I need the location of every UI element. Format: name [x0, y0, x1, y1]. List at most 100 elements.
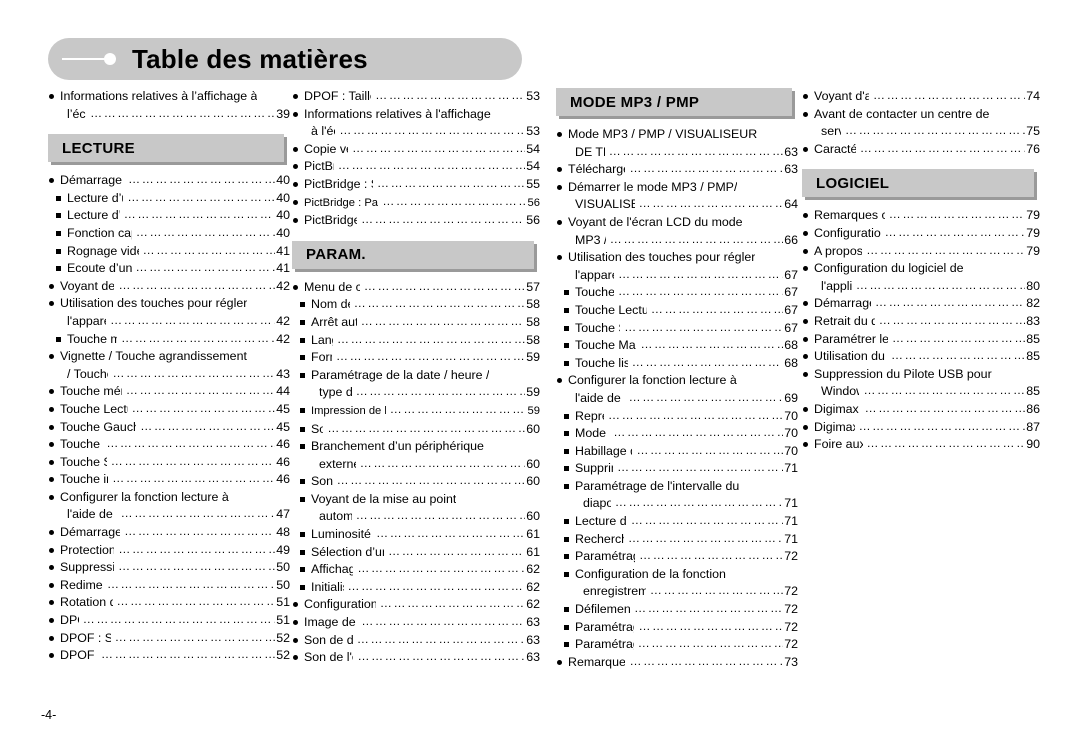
toc-entry[interactable]: Paramétrage de l'affichage ………………………………………: [556, 548, 798, 566]
toc-entry[interactable]: Touche Lecture & Pause / Contrôle……………………: [556, 302, 798, 320]
toc-entry[interactable]: Touche mode lecture…………………………………………………………: [48, 331, 290, 349]
toc-entry[interactable]: Démarrage du mode lecture …………………………………………: [48, 172, 290, 190]
toc-entry[interactable]: à l'écran ……………………………………………………………………53: [292, 123, 540, 141]
toc-entry[interactable]: Configuration du logiciel de: [802, 260, 1040, 278]
toc-entry[interactable]: Son AF……………………………………………………………………60: [292, 473, 540, 491]
toc-entry[interactable]: Son de l'obturateur …………………………………………………………: [292, 649, 540, 667]
toc-entry[interactable]: PictBridge……………………………………………………………………54: [292, 158, 540, 176]
toc-entry[interactable]: Son de démarrage…………………………………………………………………: [292, 632, 540, 650]
toc-entry[interactable]: l'application……………………………………………………………………8…: [802, 278, 1040, 296]
toc-entry[interactable]: l'appareil photo …………………………………………………………………: [556, 267, 798, 285]
toc-entry[interactable]: Fonction capture de clip vidéo……………………………: [48, 225, 290, 243]
toc-entry[interactable]: MP3 / PMP……………………………………………………………………66: [556, 232, 798, 250]
toc-entry[interactable]: VISUALISEUR DE TEXTE………………………………………………………: [556, 196, 798, 214]
toc-entry[interactable]: DPOF : STANDARD……………………………………………………………………: [48, 630, 290, 648]
toc-entry[interactable]: PictBridge : REMISE…………………………………………………………: [292, 212, 540, 230]
toc-entry[interactable]: Voyant de la mise au point: [292, 491, 540, 509]
toc-entry[interactable]: automatique……………………………………………………………………60: [292, 508, 540, 526]
toc-entry[interactable]: Touche Lecture & Pause / Bas…………………………………: [48, 401, 290, 419]
toc-entry[interactable]: A propos du logiciel………………………………………………………: [802, 243, 1040, 261]
toc-entry[interactable]: Son……………………………………………………………………60: [292, 421, 540, 439]
toc-entry[interactable]: Paramétrage de l'intervalle du: [556, 478, 798, 496]
toc-entry[interactable]: Digimax Converter………………………………………………………………: [802, 401, 1040, 419]
toc-entry[interactable]: Configurer la fonction lecture à: [48, 489, 290, 507]
toc-entry[interactable]: Langue ……………………………………………………………………58: [292, 332, 540, 350]
toc-entry[interactable]: PictBridge : Paramétrage impression ………………: [292, 194, 540, 213]
toc-entry[interactable]: / Touche volume ……………………………………………………………………: [48, 366, 290, 384]
toc-entry[interactable]: Configuration du menu MYCAM……………………………………: [292, 596, 540, 614]
toc-entry[interactable]: Remarques importantes……………………………………………………: [556, 654, 798, 672]
toc-entry[interactable]: Arrêt automatique………………………………………………………………: [292, 314, 540, 332]
toc-entry[interactable]: Informations relatives à l’affichage à: [48, 88, 290, 106]
toc-entry[interactable]: Voyant d'avertissement…………………………………………………: [802, 88, 1040, 106]
toc-entry[interactable]: Touche volume……………………………………………………………………6…: [556, 284, 798, 302]
toc-entry[interactable]: Configurer la fonction lecture à: [556, 372, 798, 390]
toc-entry[interactable]: DPOF……………………………………………………………………51: [48, 612, 290, 630]
toc-entry[interactable]: Ecoute d’une voix enregistrée………………………………: [48, 260, 290, 278]
toc-entry[interactable]: Touche imprimante ………………………………………………………………: [48, 471, 290, 489]
toc-entry[interactable]: Défilement automatique…………………………………………………: [556, 601, 798, 619]
toc-entry[interactable]: l’écran ……………………………………………………………………39: [48, 106, 290, 124]
toc-entry[interactable]: PictBridge : Sélection d’image ……………………………: [292, 176, 540, 194]
toc-entry[interactable]: Foire aux questions…………………………………………………………: [802, 436, 1040, 454]
toc-entry[interactable]: Lecture du diaporama………………………………………………………: [556, 513, 798, 531]
toc-entry[interactable]: Voyant de l'écran LCD……………………………………………………: [48, 278, 290, 296]
toc-entry[interactable]: Touche mémo vocal / Haut……………………………………………: [48, 383, 290, 401]
toc-entry[interactable]: Télécharger des fichiers ……………………………………………: [556, 161, 798, 179]
toc-entry[interactable]: Vignette / Touche agrandissement: [48, 348, 290, 366]
toc-entry[interactable]: Luminosité de l'écran LCD …………………………………………: [292, 526, 540, 544]
toc-entry[interactable]: DPOF : Taille de l'impression ………………………………: [292, 88, 540, 106]
toc-entry[interactable]: DE TEXTE……………………………………………………………………63: [556, 144, 798, 162]
toc-entry[interactable]: Touche Supprimer…………………………………………………………………: [48, 454, 290, 472]
toc-entry[interactable]: Démarrer le mode MP3 / PMP/: [556, 179, 798, 197]
toc-entry[interactable]: Lecture d’une image fixe ……………………………………………: [48, 190, 290, 208]
toc-entry[interactable]: Reprendre ……………………………………………………………………70: [556, 408, 798, 426]
toc-entry[interactable]: Impression de la date d’enregistrement………: [292, 402, 540, 421]
toc-entry[interactable]: Windows 98SE ……………………………………………………………………85: [802, 383, 1040, 401]
toc-entry[interactable]: enregistrement en mode MP3.……………………………………: [556, 583, 798, 601]
toc-entry[interactable]: Démarrage du diaporama…………………………………………………: [48, 524, 290, 542]
toc-entry[interactable]: Avant de contacter un centre de: [802, 106, 1040, 124]
toc-entry[interactable]: Configuration système requise………………………………: [802, 225, 1040, 243]
toc-entry[interactable]: externe (USB)……………………………………………………………………6…: [292, 456, 540, 474]
toc-entry[interactable]: Initialisation………………………………………………………………………: [292, 579, 540, 597]
toc-entry[interactable]: Touche Supprimer…………………………………………………………………: [556, 320, 798, 338]
toc-entry[interactable]: Paramétrage de la date / heure /: [292, 367, 540, 385]
toc-entry[interactable]: l'aide de l'écran LCD……………………………………………………: [556, 390, 798, 408]
toc-entry[interactable]: Utilisation du pilote USB pour MAC…………………: [802, 348, 1040, 366]
toc-entry[interactable]: Lecture d’un clip vidéo………………………………………………: [48, 207, 290, 225]
toc-entry[interactable]: l'appareil photo …………………………………………………………………: [48, 313, 290, 331]
toc-entry[interactable]: Image de démarrage ……………………………………………………………: [292, 614, 540, 632]
toc-entry[interactable]: Recherche de cadre……………………………………………………………: [556, 531, 798, 549]
toc-entry[interactable]: service ……………………………………………………………………75: [802, 123, 1040, 141]
toc-entry[interactable]: l'aide de l'écran LCD……………………………………………………: [48, 506, 290, 524]
toc-entry[interactable]: Branchement d’un périphérique: [292, 438, 540, 456]
toc-entry[interactable]: Supprimer tout ………………………………………………………………………: [556, 460, 798, 478]
toc-entry[interactable]: Caractéristiques…………………………………………………………………: [802, 141, 1040, 159]
toc-entry[interactable]: Protection des images……………………………………………………: [48, 542, 290, 560]
toc-entry[interactable]: Démarrage du mode PC………………………………………………………: [802, 295, 1040, 313]
toc-entry[interactable]: Retrait du disque amovible………………………………………: [802, 313, 1040, 331]
toc-entry[interactable]: Menu de configuration……………………………………………………: [292, 279, 540, 297]
toc-entry[interactable]: Digimax Master………………………………………………………………………: [802, 419, 1040, 437]
toc-entry[interactable]: Configuration de la fonction: [556, 566, 798, 584]
toc-entry[interactable]: Sélection d’un type de sortie vidéo ………………: [292, 544, 540, 562]
toc-entry[interactable]: Paramétrage du fond MP3 ………………………………………………: [556, 619, 798, 637]
toc-entry[interactable]: diaporama……………………………………………………………………71: [556, 495, 798, 513]
toc-entry[interactable]: Suppression d’images ………………………………………………………: [48, 559, 290, 577]
toc-entry[interactable]: Nom de fichier………………………………………………………………………: [292, 296, 540, 314]
toc-entry[interactable]: Rognage vidéo sur l'appareil photo…………………: [48, 243, 290, 261]
toc-entry[interactable]: Voyant de l'écran LCD du mode: [556, 214, 798, 232]
toc-entry[interactable]: Rotation d’une image………………………………………………………: [48, 594, 290, 612]
toc-entry[interactable]: type de date……………………………………………………………………59: [292, 384, 540, 402]
toc-entry[interactable]: DPOF : Index……………………………………………………………………52: [48, 647, 290, 665]
toc-entry[interactable]: Format ……………………………………………………………………59: [292, 349, 540, 367]
toc-entry[interactable]: Mode MP3 / PMP / VISUALISEUR: [556, 126, 798, 144]
toc-entry[interactable]: Suppression du Pilote USB pour: [802, 366, 1040, 384]
toc-entry[interactable]: Redimensionner………………………………………………………………………: [48, 577, 290, 595]
toc-entry[interactable]: Utilisation des touches pour régler: [48, 295, 290, 313]
toc-entry[interactable]: Informations relatives à l'affichage: [292, 106, 540, 124]
toc-entry[interactable]: Paramétrer le pilote USB pour MAC……………………: [802, 331, 1040, 349]
toc-entry[interactable]: Utilisation des touches pour régler: [556, 249, 798, 267]
toc-entry[interactable]: Touche liste de lecture………………………………………………: [556, 355, 798, 373]
